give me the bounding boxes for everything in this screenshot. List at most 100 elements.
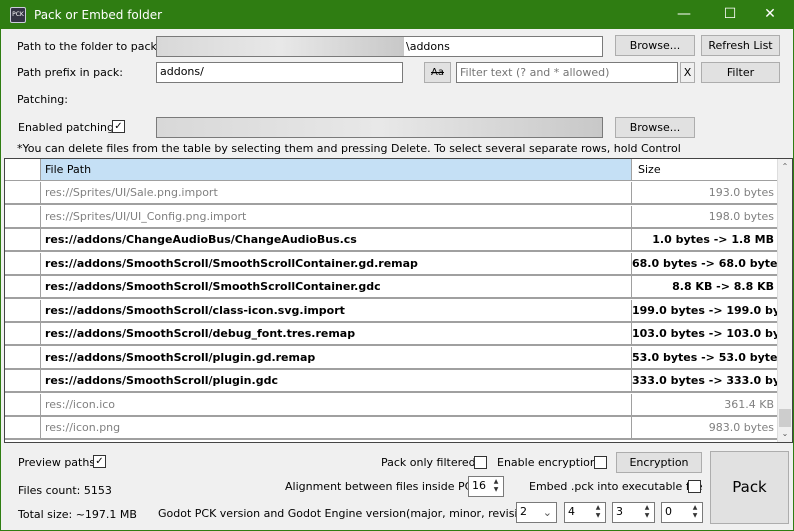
file-path-cell: res://addons/SmoothScroll/SmoothScrollCo… (41, 252, 632, 274)
table-row[interactable]: res://addons/SmoothScroll/SmoothScrollCo… (5, 276, 778, 299)
chevron-down-icon: ⌄ (542, 506, 552, 519)
browse-folder-button[interactable]: Browse... (615, 35, 695, 56)
enable-encryption-checkbox[interactable] (594, 456, 607, 469)
path-prefix-input[interactable]: addons/ (156, 62, 403, 83)
size-cell: 103.0 bytes -> 103.0 bytes (632, 327, 793, 340)
encryption-button[interactable]: Encryption (616, 452, 702, 473)
filter-button[interactable]: Filter (701, 62, 780, 83)
scroll-thumb[interactable] (779, 409, 791, 427)
file-path-cell: res://Sprites/UI/UI_Config.png.import (41, 205, 632, 227)
size-cell: 193.0 bytes (708, 186, 774, 199)
title-bar: PCK Pack or Embed folder — ☐ ✕ (1, 0, 793, 29)
row-header[interactable] (5, 276, 41, 297)
table-row[interactable]: res://addons/SmoothScroll/plugin.gd.rema… (5, 346, 785, 370)
spin-arrows-icon[interactable]: ▲ ▼ (490, 478, 502, 495)
minor-spinner[interactable]: 3 ▲ ▼ (612, 502, 655, 523)
table-row[interactable]: res://icon.png 983.0 bytes (5, 417, 778, 440)
pck-version-select[interactable]: 2 ⌄ (516, 502, 557, 523)
scroll-up-icon[interactable]: ⌃ (778, 159, 792, 175)
row-header[interactable] (5, 370, 41, 391)
size-cell: 983.0 bytes (708, 421, 774, 434)
match-case-toggle[interactable]: Aa (424, 62, 451, 83)
size-cell: 68.0 bytes -> 68.0 bytes (632, 256, 785, 270)
table-row[interactable]: res://addons/SmoothScroll/debug_font.tre… (5, 323, 793, 346)
prefix-label: Path prefix in pack: (17, 66, 123, 79)
file-path-cell: res://Sprites/UI/Sale.png.import (41, 182, 632, 203)
row-header-corner (5, 159, 41, 180)
enable-encryption-label: Enable encryption (497, 456, 597, 469)
file-path-cell: res://addons/SmoothScroll/class-icon.svg… (41, 299, 632, 321)
table-row[interactable]: res://Sprites/UI/UI_Config.png.import 198… (5, 205, 778, 229)
clear-filter-button[interactable]: X (680, 62, 695, 83)
hint-text: *You can delete files from the table by … (17, 142, 681, 155)
table-row[interactable]: res://addons/SmoothScroll/class-icon.svg… (5, 299, 793, 323)
column-size[interactable]: Size (632, 159, 778, 180)
row-header[interactable] (5, 323, 41, 344)
size-cell: 198.0 bytes (708, 209, 774, 223)
vertical-scrollbar[interactable]: ⌃ ⌄ (777, 159, 792, 442)
file-table[interactable]: File Path Size res://Sprites/UI/Sale.png… (4, 158, 793, 443)
row-header[interactable] (5, 299, 41, 321)
row-header[interactable] (5, 417, 41, 438)
size-cell: 199.0 bytes -> 199.0 bytes (632, 303, 793, 317)
major-spinner[interactable]: 4 ▲ ▼ (564, 502, 606, 523)
pck-version-value: 2 (520, 505, 527, 518)
pack-only-filtered-label: Pack only filtered (381, 456, 476, 469)
enabled-patching-checkbox[interactable]: ✓ (112, 120, 125, 133)
preview-paths-label: Preview paths (18, 456, 96, 469)
file-path-cell: res://addons/SmoothScroll/plugin.gd.rema… (41, 346, 632, 368)
row-header[interactable] (5, 252, 41, 274)
close-button[interactable]: ✕ (747, 0, 793, 29)
app-icon: PCK (10, 6, 26, 23)
minimize-button[interactable]: — (661, 0, 707, 29)
alignment-label: Alignment between files inside PCK (285, 480, 480, 493)
path-label: Path to the folder to pack: (17, 40, 161, 53)
row-header[interactable] (5, 229, 41, 250)
browse-patch-button[interactable]: Browse... (615, 117, 695, 138)
size-cell: 361.4 KB (724, 397, 774, 411)
pack-button[interactable]: Pack (710, 451, 789, 524)
file-path-cell: res://icon.ico (41, 393, 632, 415)
embed-checkbox[interactable] (688, 480, 701, 493)
pack-only-filtered-checkbox[interactable] (474, 456, 487, 469)
minor-value: 3 (616, 505, 623, 518)
spin-arrows-icon[interactable]: ▲ ▼ (641, 504, 653, 521)
patching-label: Patching: (17, 93, 68, 106)
filter-input[interactable] (456, 62, 678, 83)
embed-label: Embed .pck into executable file (529, 480, 703, 493)
size-cell: 333.0 bytes -> 333.0 bytes (632, 374, 793, 387)
table-row[interactable]: res://addons/SmoothScroll/plugin.gdc 333.… (5, 370, 793, 393)
column-file-path[interactable]: File Path (41, 159, 632, 180)
table-header: File Path Size (5, 159, 778, 181)
total-size: Total size: ~197.1 MB (18, 508, 137, 521)
enabled-patching-label: Enabled patching (18, 121, 115, 134)
file-path-cell: res://addons/ChangeAudioBus/ChangeAudioB… (41, 229, 632, 250)
table-row[interactable]: res://Sprites/UI/Sale.png.import 193.0 by… (5, 182, 778, 205)
spin-arrows-icon[interactable]: ▲ ▼ (689, 504, 701, 521)
pack-embed-window: PCK Pack or Embed folder — ☐ ✕ Path to t… (1, 0, 793, 530)
row-header[interactable] (5, 346, 41, 368)
folder-path-value: \addons (406, 40, 450, 53)
revision-spinner[interactable]: 0 ▲ ▼ (661, 502, 703, 523)
version-label: Godot PCK version and Godot Engine versi… (158, 507, 536, 520)
window-title: Pack or Embed folder (34, 7, 163, 22)
table-row[interactable]: res://addons/SmoothScroll/SmoothScrollCo… (5, 252, 785, 276)
alignment-spinner[interactable]: 16 ▲ ▼ (468, 476, 504, 497)
file-path-cell: res://icon.png (41, 417, 632, 438)
scroll-down-icon[interactable]: ⌄ (778, 426, 792, 442)
size-cell: 53.0 bytes -> 53.0 bytes (632, 350, 785, 364)
spin-arrows-icon[interactable]: ▲ ▼ (592, 504, 604, 521)
size-cell: 1.0 bytes -> 1.8 MB (652, 233, 774, 246)
table-row[interactable]: res://addons/ChangeAudioBus/ChangeAudioB… (5, 229, 778, 252)
refresh-list-button[interactable]: Refresh List (701, 35, 780, 56)
row-header[interactable] (5, 182, 41, 203)
patch-path-input[interactable] (156, 117, 603, 138)
preview-paths-checkbox[interactable]: ✓ (93, 455, 106, 468)
row-header[interactable] (5, 393, 41, 415)
revision-value: 0 (665, 505, 672, 518)
table-row[interactable]: res://icon.ico 361.4 KB (5, 393, 778, 417)
files-count: Files count: 5153 (18, 484, 112, 497)
major-value: 4 (568, 505, 575, 518)
row-header[interactable] (5, 205, 41, 227)
folder-path-input[interactable]: \addons (156, 36, 603, 57)
